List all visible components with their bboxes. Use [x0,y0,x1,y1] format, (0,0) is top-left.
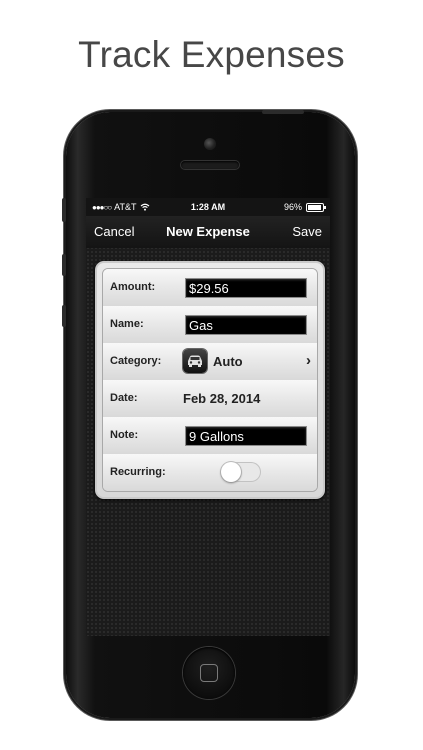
volume-down-button [62,305,66,327]
phone-screen: ●●●○○ AT&T 1:28 AM 96% Cancel New Expens… [86,198,330,636]
status-bar: ●●●○○ AT&T 1:28 AM 96% [86,198,330,216]
category-row[interactable]: Category: Auto › [103,343,317,381]
note-label: Note: [110,429,139,441]
name-label: Name: [110,318,144,330]
name-row: Name: Gas [103,306,317,344]
amount-row: Amount: $29.56 [103,269,317,307]
date-label: Date: [110,392,138,404]
amount-label: Amount: [110,281,156,293]
volume-up-button [62,254,66,276]
car-icon [183,349,207,373]
expense-form-inner: Amount: $29.56 Name: Gas Category: Auto … [102,268,318,492]
save-button[interactable]: Save [292,224,322,239]
note-field[interactable]: 9 Gallons [185,426,307,446]
home-square-icon [200,664,218,682]
toggle-knob[interactable] [221,462,241,482]
name-field[interactable]: Gas [185,315,307,335]
front-camera [204,138,216,150]
expense-form: Amount: $29.56 Name: Gas Category: Auto … [95,261,325,499]
note-row: Note: 9 Gallons [103,417,317,455]
chevron-right-icon: › [306,352,311,369]
category-value: Auto [213,354,243,369]
recurring-row: Recurring: [103,454,317,491]
headline-title: Track Expenses [78,34,345,75]
earpiece-speaker [181,161,239,169]
date-row[interactable]: Date: Feb 28, 2014 [103,380,317,418]
power-button [262,110,304,114]
amount-field[interactable]: $29.56 [185,278,307,298]
category-label: Category: [110,355,162,367]
battery-icon [306,202,326,212]
home-button[interactable] [183,647,235,699]
date-value: Feb 28, 2014 [183,391,261,406]
recurring-label: Recurring: [110,466,166,478]
mute-switch [62,198,66,222]
battery-percent: 96% [283,202,302,212]
navigation-bar: Cancel New Expense Save [86,216,330,248]
recurring-toggle[interactable] [221,462,261,482]
